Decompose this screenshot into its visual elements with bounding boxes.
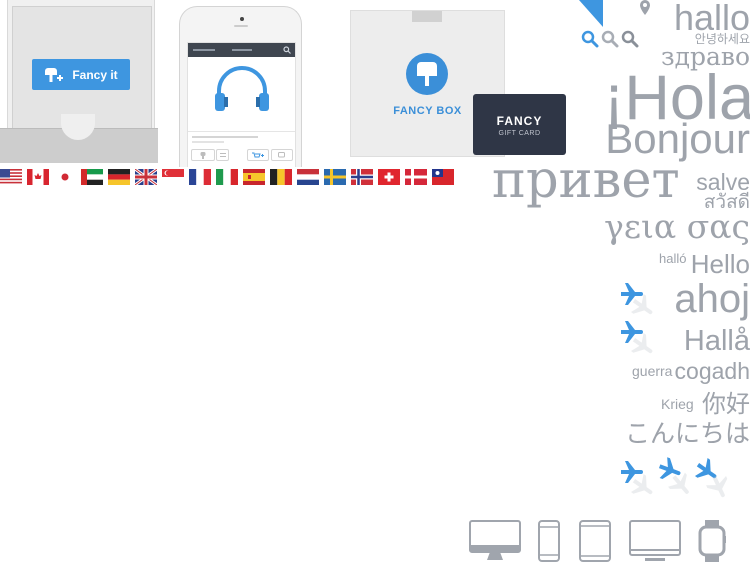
flag-de-icon[interactable] <box>108 169 130 185</box>
search-icon-gray[interactable] <box>601 30 619 48</box>
phone-fancy-chip[interactable] <box>191 149 215 161</box>
fancy-plus-icon <box>45 67 64 82</box>
airplane-shadow-icon <box>706 476 728 498</box>
fancy-box-tab <box>412 11 442 22</box>
search-icon-dark[interactable] <box>621 30 639 48</box>
airplane-shadow-icon <box>630 474 653 495</box>
fancy-tray <box>0 114 158 163</box>
tablet-icon <box>579 520 611 562</box>
list-icon <box>219 153 226 157</box>
search-icon-blue[interactable] <box>581 30 599 48</box>
airplane-shadow-icon <box>668 472 689 494</box>
desktop-icon <box>469 520 521 560</box>
greeting-salve: salve <box>696 169 750 195</box>
flag-fr-icon[interactable] <box>189 169 211 185</box>
phone-icon <box>538 520 560 562</box>
airplane-shadow-icon <box>630 333 653 354</box>
greeting-konnichiwa: こんにちは <box>624 420 750 448</box>
flag-gb-icon[interactable] <box>135 169 157 185</box>
greeting-nihao: 你好 <box>702 391 750 418</box>
gift-card-subtitle: GIFT CARD <box>498 130 541 137</box>
word-cogadh: cogadh <box>674 358 750 384</box>
flag-es-icon[interactable] <box>243 169 265 185</box>
flag-us-icon[interactable] <box>0 169 22 185</box>
flag-ae-icon[interactable] <box>81 169 103 185</box>
phone-cart-chip[interactable] <box>247 149 269 161</box>
greeting-greek: γεια σας <box>604 207 750 246</box>
flag-be-icon[interactable] <box>270 169 292 185</box>
fancy-logo-icon <box>417 62 437 86</box>
search-icon <box>283 46 291 54</box>
fancy-box-logo <box>406 53 448 95</box>
phone-item-title <box>192 136 258 138</box>
location-pin-icon <box>640 0 650 15</box>
gift-card-title: FANCY <box>496 114 543 128</box>
flag-tw-icon[interactable] <box>432 169 454 185</box>
greeting-hallo-hu: halló <box>659 251 687 266</box>
fancy-it-label: Fancy it <box>72 67 118 82</box>
flag-ch-icon[interactable] <box>378 169 400 185</box>
flag-no-icon[interactable] <box>351 169 373 185</box>
phone-header-logo <box>193 49 215 51</box>
phone-list-chip[interactable] <box>216 149 229 161</box>
phone-camera <box>240 17 244 21</box>
cart-plus-icon <box>252 152 264 157</box>
flag-nl-icon[interactable] <box>297 169 319 185</box>
airplane-shadow-icon <box>630 294 653 315</box>
greeting-ahoj: ahoj <box>674 277 750 321</box>
greeting-privet: привет <box>492 151 680 210</box>
phone-app-header <box>188 43 295 57</box>
phone-comment-chip[interactable] <box>271 149 293 161</box>
flag-sg-icon[interactable] <box>162 169 184 185</box>
laptop-icon <box>629 520 681 561</box>
comment-icon <box>278 151 285 157</box>
fancy-small-icon <box>200 152 206 159</box>
fancy-it-button[interactable]: Fancy it <box>32 59 130 90</box>
phone-item-price <box>192 141 224 143</box>
country-flags <box>0 169 460 187</box>
phone-screen <box>187 42 296 167</box>
watch-icon <box>698 520 726 562</box>
flag-it-icon[interactable] <box>216 169 238 185</box>
gift-card: FANCY GIFT CARD <box>473 94 566 155</box>
phone-speaker <box>234 25 248 27</box>
greeting-hello: Hello <box>690 249 750 279</box>
greeting-hallo: hallo <box>673 0 750 38</box>
phone-item-footer <box>188 131 295 167</box>
headphones-icon <box>215 66 269 111</box>
flag-se-icon[interactable] <box>324 169 346 185</box>
word-guerra: guerra <box>632 363 673 379</box>
word-krieg: Krieg <box>661 396 694 412</box>
corner-ribbon-icon <box>579 0 603 27</box>
flag-ca-icon[interactable] <box>27 169 49 185</box>
tray-notch <box>61 114 95 140</box>
phone-header-title <box>232 49 252 51</box>
flag-dk-icon[interactable] <box>405 169 427 185</box>
greeting-halla: Hallå <box>683 325 750 357</box>
phone-mockup <box>179 6 302 167</box>
flag-jp-icon[interactable] <box>54 169 76 185</box>
